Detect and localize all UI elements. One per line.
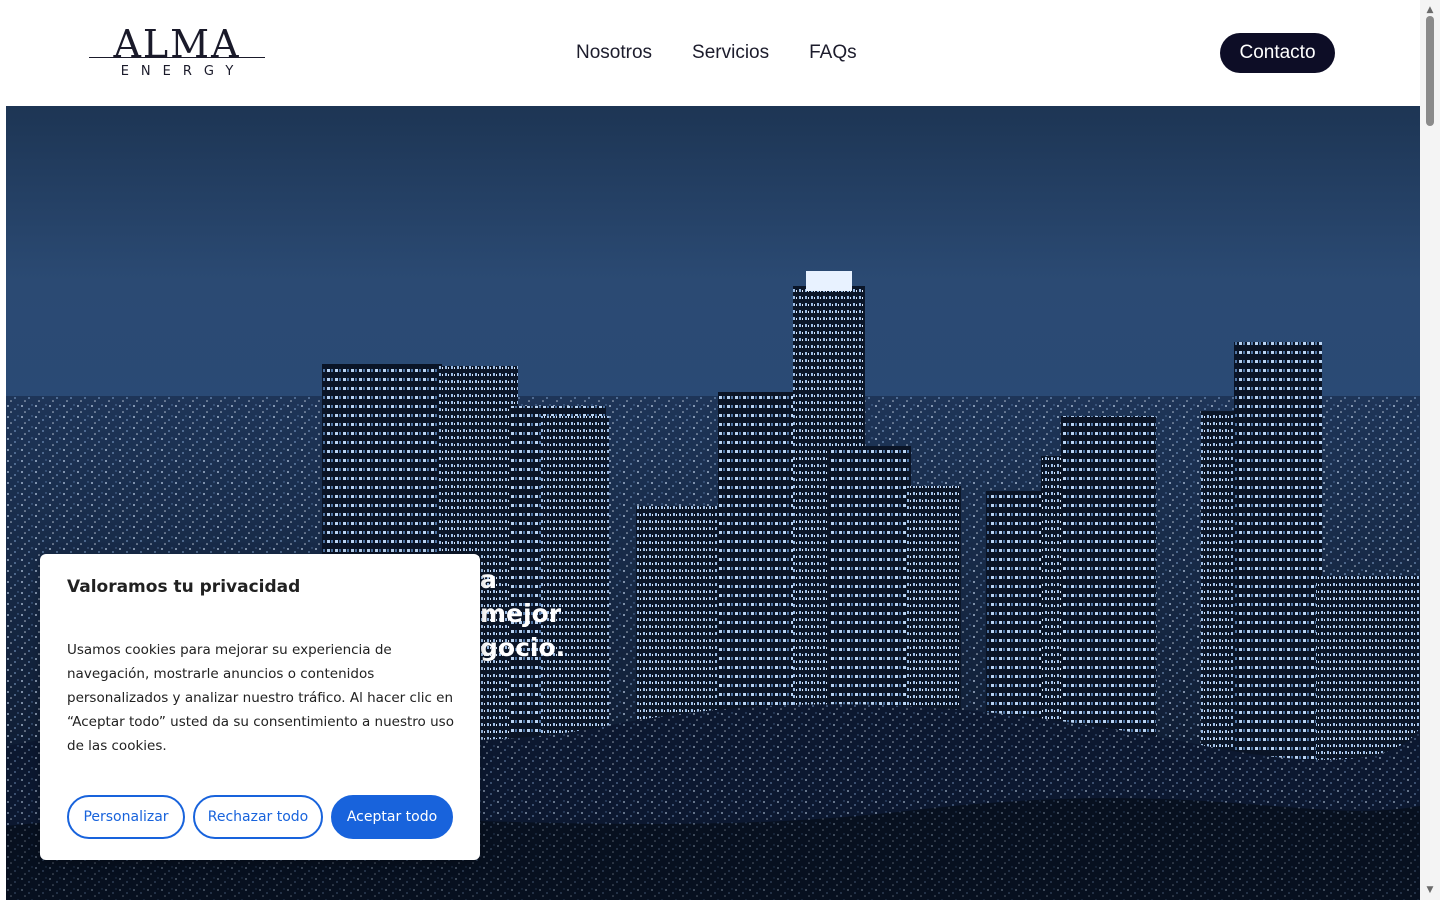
nav-link-nosotros[interactable]: Nosotros (576, 40, 652, 66)
accept-all-button[interactable]: Aceptar todo (331, 795, 453, 839)
scroll-thumb[interactable] (1426, 16, 1434, 126)
logo-divider (89, 57, 265, 58)
contact-button[interactable]: Contacto (1220, 33, 1335, 73)
main-nav: Nosotros Servicios FAQs (576, 40, 857, 66)
page-scrollbar[interactable]: ▲ ▼ (1420, 0, 1440, 900)
nav-link-servicios[interactable]: Servicios (692, 40, 769, 66)
alma-energy-logo[interactable]: ALMA ENERGY (89, 24, 265, 80)
cookie-consent-banner: Valoramos tu privacidad Usamos cookies p… (40, 554, 480, 860)
cookie-title: Valoramos tu privacidad (67, 577, 301, 597)
site-header: ALMA ENERGY Nosotros Servicios FAQs Cont… (0, 0, 1420, 106)
logo-tagline: ENERGY (120, 64, 246, 79)
reject-all-button[interactable]: Rechazar todo (193, 795, 323, 839)
cookie-description: Usamos cookies para mejorar su experienc… (67, 642, 454, 754)
nav-link-faqs[interactable]: FAQs (809, 40, 857, 66)
scroll-down-arrow-icon[interactable]: ▼ (1420, 882, 1440, 898)
logo-wordmark: ALMA (113, 22, 241, 66)
customize-cookies-button[interactable]: Personalizar (67, 795, 185, 839)
